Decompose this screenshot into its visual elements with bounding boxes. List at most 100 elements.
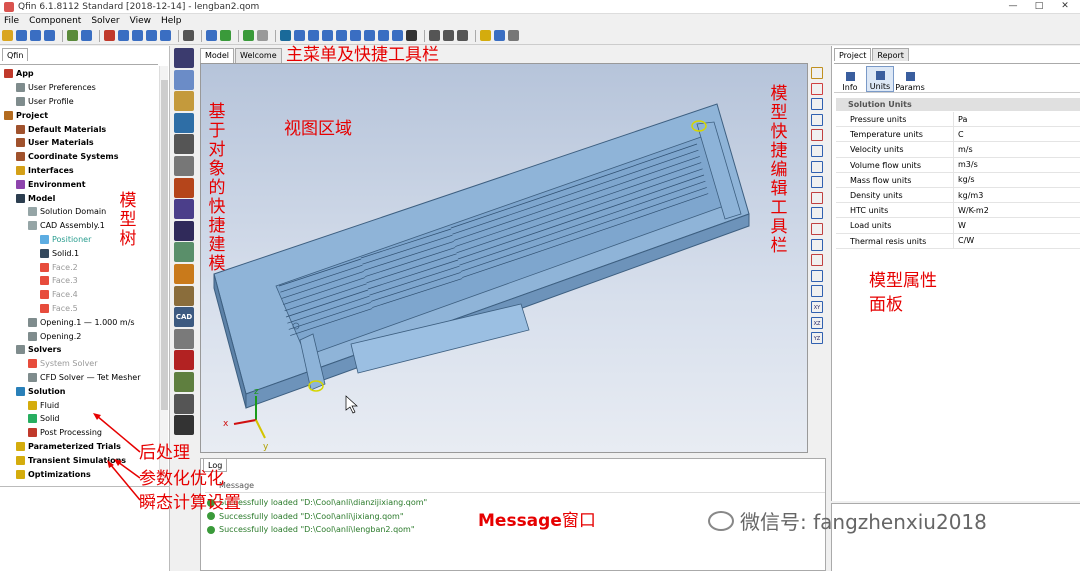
toolbar-button[interactable] — [392, 30, 403, 41]
property-value[interactable]: m3/s — [954, 160, 978, 169]
edit-tool-button[interactable] — [811, 144, 823, 157]
edit-tool-button[interactable] — [811, 191, 823, 204]
property-value[interactable]: W — [954, 221, 966, 230]
tab-qfin[interactable]: Qfin — [2, 48, 29, 61]
maximize-button[interactable]: □ — [1026, 0, 1052, 13]
menu-file[interactable]: File — [4, 16, 19, 26]
edit-tool-button[interactable] — [811, 254, 823, 267]
toolbar-button[interactable] — [350, 30, 361, 41]
region-tool-button[interactable] — [174, 242, 194, 263]
pcb-tool-button[interactable] — [174, 177, 194, 198]
close-button[interactable]: ✕ — [1052, 0, 1078, 13]
edit-tool-button[interactable] — [811, 113, 823, 126]
edit-tool-button[interactable] — [811, 176, 823, 189]
tab-model[interactable]: Model — [200, 48, 235, 63]
tree-item[interactable]: Transient Simulations — [0, 453, 158, 467]
source-tool-button[interactable] — [174, 112, 194, 133]
chip-tool-button[interactable] — [174, 393, 194, 414]
toolbar-button[interactable] — [146, 30, 157, 41]
tree-item[interactable]: Opening.1 — 1.000 m/s — [0, 315, 158, 329]
edit-tool-button[interactable] — [811, 238, 823, 251]
tree-item[interactable]: Face.5 — [0, 302, 158, 316]
toolbar-button[interactable] — [308, 30, 319, 41]
minimize-button[interactable]: — — [1000, 0, 1026, 13]
tree-item[interactable]: Opening.2 — [0, 329, 158, 343]
tree-scrollbar[interactable] — [159, 66, 168, 482]
solid-tool-button[interactable] — [174, 220, 194, 241]
toolbar-button[interactable] — [364, 30, 375, 41]
tree-item[interactable]: Solid — [0, 412, 158, 426]
toolbar-button[interactable] — [443, 30, 454, 41]
tree-item[interactable]: Environment — [0, 177, 158, 191]
edit-tool-button[interactable] — [811, 285, 823, 298]
toolbar-button[interactable] — [220, 30, 231, 41]
property-row[interactable]: Thermal resis units C/W — [836, 233, 1080, 249]
edit-tool-button[interactable] — [811, 269, 823, 282]
enclosure-tool-button[interactable] — [174, 199, 194, 220]
tree-item[interactable]: App — [0, 67, 158, 81]
tree-item[interactable]: System Solver — [0, 357, 158, 371]
edit-tool-button[interactable] — [811, 98, 823, 111]
subtab-info[interactable]: Info — [836, 66, 864, 92]
toolbar-button[interactable] — [243, 30, 254, 41]
edit-tool-button[interactable] — [811, 207, 823, 220]
toolbar-button[interactable] — [378, 30, 389, 41]
board-tool-button[interactable] — [174, 371, 194, 392]
toolbar-button[interactable] — [508, 30, 519, 41]
toolbar-button[interactable] — [480, 30, 491, 41]
tree-item[interactable]: CFD Solver — Tet Mesher — [0, 371, 158, 385]
tree-item[interactable]: Project — [0, 108, 158, 122]
edit-tool-button[interactable]: XY — [811, 300, 823, 313]
toolbar-button[interactable] — [67, 30, 78, 41]
toolbar-button[interactable] — [44, 30, 55, 41]
cad-tool-button[interactable]: CAD — [174, 307, 194, 328]
toolbar-button[interactable] — [16, 30, 27, 41]
tree-item[interactable]: Interfaces — [0, 164, 158, 178]
menu-help[interactable]: Help — [161, 16, 182, 26]
probe-tool-button[interactable] — [174, 415, 194, 436]
property-value[interactable]: kg/m3 — [954, 191, 983, 200]
toolbar-button[interactable] — [406, 30, 417, 41]
property-value[interactable]: m/s — [954, 145, 973, 154]
tree-item[interactable]: User Profile — [0, 95, 158, 109]
property-row[interactable]: Velocity units m/s — [836, 142, 1080, 158]
menu-component[interactable]: Component — [29, 16, 81, 26]
toolbar-button[interactable] — [206, 30, 217, 41]
tree-item[interactable]: User Preferences — [0, 81, 158, 95]
toolbar-button[interactable] — [280, 30, 291, 41]
cylinder-tool-button[interactable] — [174, 69, 194, 90]
heatsink-tool-button[interactable] — [174, 91, 194, 112]
toolbar-button[interactable] — [81, 30, 92, 41]
menu-solver[interactable]: Solver — [91, 16, 119, 26]
property-value[interactable]: C — [954, 130, 964, 139]
toolbar-button[interactable] — [30, 30, 41, 41]
toolbar-button[interactable] — [183, 30, 194, 41]
toolbar-button[interactable] — [294, 30, 305, 41]
tab-report[interactable]: Report — [872, 48, 909, 61]
toolbar-button[interactable] — [322, 30, 333, 41]
toolbar-button[interactable] — [104, 30, 115, 41]
menu-view[interactable]: View — [130, 16, 151, 26]
bars-tool-button[interactable] — [174, 350, 194, 371]
property-row[interactable]: Density units kg/m3 — [836, 187, 1080, 204]
component-tool-button[interactable] — [174, 263, 194, 284]
tab-project[interactable]: Project — [834, 48, 872, 61]
toolbar-button[interactable] — [336, 30, 347, 41]
subtab-params[interactable]: Params — [895, 66, 925, 92]
property-value[interactable]: kg/s — [954, 175, 975, 184]
edit-tool-button[interactable] — [811, 82, 823, 95]
edit-tool-button[interactable] — [811, 160, 823, 173]
layers-tool-button[interactable] — [174, 328, 194, 349]
tree-item[interactable]: User Materials — [0, 136, 158, 150]
property-row[interactable]: Volume flow units m3/s — [836, 157, 1080, 173]
edit-tool-button[interactable] — [811, 222, 823, 235]
fan-tool-button[interactable] — [174, 134, 194, 155]
property-row[interactable]: HTC units W/K-m2 — [836, 203, 1080, 219]
property-row[interactable]: Load units W — [836, 218, 1080, 234]
toolbar-button[interactable] — [494, 30, 505, 41]
edit-tool-button[interactable]: YZ — [811, 332, 823, 345]
tab-welcome[interactable]: Welcome — [235, 48, 282, 63]
tree-item[interactable]: Face.3 — [0, 274, 158, 288]
property-row[interactable]: Pressure units Pa — [836, 112, 1080, 128]
scrollbar-thumb[interactable] — [161, 80, 168, 410]
